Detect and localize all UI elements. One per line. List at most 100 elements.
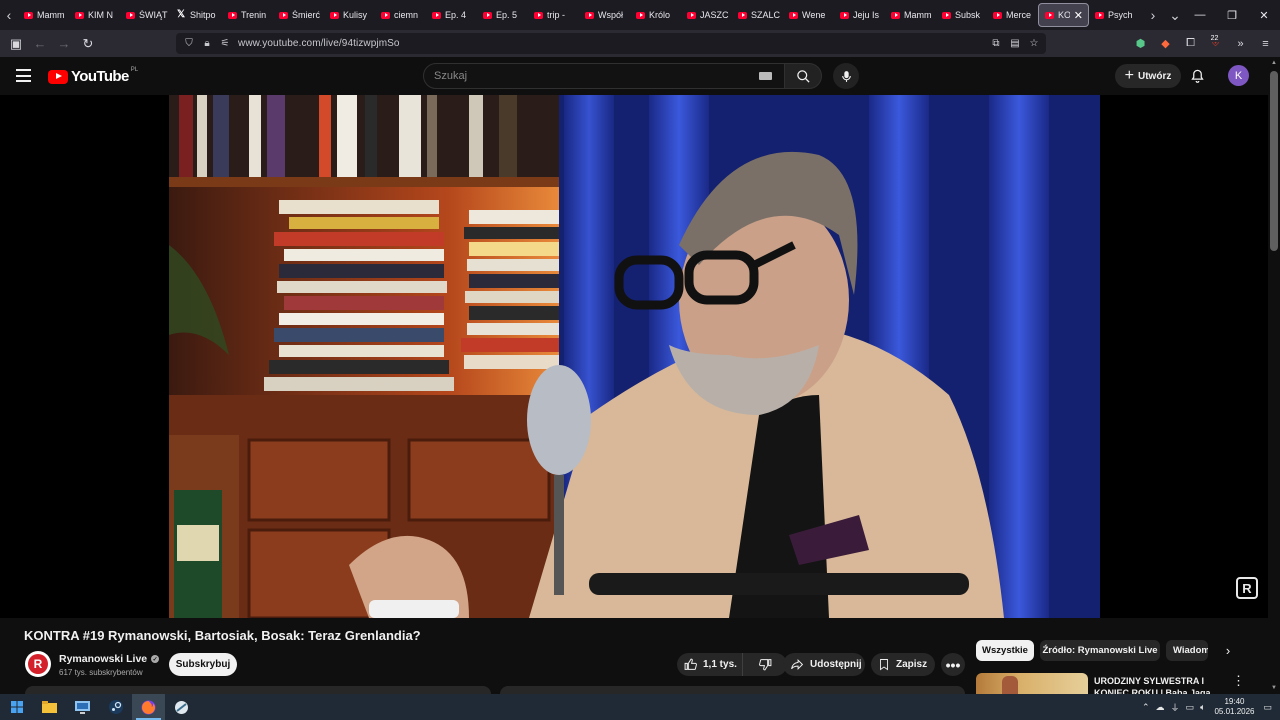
overflow-menu-icon[interactable]: » [1228, 38, 1253, 50]
volume-icon[interactable]: 🔈︎ [1200, 702, 1205, 713]
channel-name[interactable]: Rymanowski Live ✓ [59, 653, 160, 665]
youtube-favicon-icon [381, 11, 390, 19]
youtube-logo[interactable]: YouTube PL [48, 67, 138, 85]
browser-tab[interactable]: JASZC [681, 0, 732, 30]
save-button[interactable]: Zapisz [871, 653, 935, 676]
browser-tab-active[interactable]: KO ✕ [1038, 3, 1089, 27]
video-player-area[interactable]: R [0, 95, 1268, 618]
lock-icon[interactable]: 🔒︎ [198, 38, 216, 49]
share-icon [791, 658, 804, 671]
picture-in-picture-icon[interactable]: ⧉ [988, 38, 1004, 49]
reload-icon[interactable]: ↻ [76, 30, 100, 57]
recommended-more-icon[interactable]: ⋮ [1232, 673, 1245, 689]
recommended-video-title[interactable]: URODZINY SYLWESTRA I KONIEC ROKU | Baba … [1094, 675, 1214, 694]
bookmark-star-icon[interactable]: ☆ [1026, 38, 1042, 49]
tabs-scroll-right-icon[interactable]: › [1144, 0, 1162, 30]
browser-tab[interactable]: Współ [579, 0, 630, 30]
chips-next-icon[interactable]: › [1220, 640, 1236, 661]
browser-tab[interactable]: Śmierć [273, 0, 324, 30]
window-controls: — ❐ ✕ [1184, 0, 1280, 30]
recommended-video-thumbnail[interactable] [976, 673, 1088, 694]
reader-view-icon[interactable]: ▤ [1007, 38, 1023, 49]
browser-tab[interactable]: Psych [1089, 0, 1140, 30]
address-bar[interactable]: ⛉ 🔒︎ ⚟ www.youtube.com/live/94tizwpjmSo … [176, 33, 1046, 54]
video-frame[interactable] [169, 95, 1100, 618]
account-avatar[interactable]: K [1228, 65, 1249, 86]
browser-tab[interactable]: Ep. 4 [426, 0, 477, 30]
keyboard-icon[interactable] [759, 72, 772, 80]
network-icon[interactable]: ▭ [1186, 702, 1195, 713]
firefox-taskbar-icon[interactable] [132, 694, 165, 720]
fox-extension-icon[interactable]: ◆ [1153, 37, 1178, 50]
tracking-shield-icon[interactable]: ⛉ [180, 38, 198, 49]
search-button[interactable] [784, 63, 822, 89]
subscribe-button[interactable]: Subskrybuj [169, 653, 237, 676]
taskbar-clock[interactable]: 19:40 05.01.2026 [1211, 697, 1257, 717]
browser-tab[interactable]: ciemn [375, 0, 426, 30]
file-explorer-icon[interactable] [33, 694, 66, 720]
minimize-icon[interactable]: — [1184, 0, 1216, 30]
description-box[interactable] [25, 686, 491, 694]
steam-icon[interactable] [99, 694, 132, 720]
channel-avatar[interactable]: R [25, 651, 51, 677]
share-button[interactable]: Udostępnij [783, 653, 865, 676]
restore-icon[interactable]: ❐ [1216, 0, 1248, 30]
browser-tab[interactable]: trip - [528, 0, 579, 30]
create-button[interactable]: + Utwórz [1115, 64, 1181, 88]
back-icon[interactable]: ← [28, 30, 52, 57]
close-window-icon[interactable]: ✕ [1248, 0, 1280, 30]
browser-tab[interactable]: Jeju Is [834, 0, 885, 30]
shield-extension-icon[interactable]: ⬢ [1128, 37, 1153, 50]
browser-tab[interactable]: Mamm [885, 0, 936, 30]
ublock-extension-icon[interactable]: ⛨ 22 [1202, 35, 1228, 50]
channel-watermark-icon[interactable]: R [1236, 577, 1258, 599]
close-tab-icon[interactable]: ✕ [1074, 9, 1083, 22]
scrollbar-thumb[interactable] [1270, 71, 1278, 251]
extensions-puzzle-icon[interactable]: ⧠ [1178, 37, 1203, 50]
app-menu-icon[interactable]: ≡ [1253, 38, 1278, 50]
chip-all[interactable]: Wszystkie [976, 640, 1034, 661]
forward-icon[interactable]: → [52, 30, 76, 57]
youtube-favicon-icon [585, 11, 594, 19]
usb-icon[interactable]: ⏚ [1171, 701, 1180, 714]
browser-tab[interactable]: Królo [630, 0, 681, 30]
browser-tab[interactable]: KIM N [69, 0, 120, 30]
notifications-center-icon[interactable]: ▭ [1263, 702, 1272, 713]
browser-tab[interactable]: SZALC [732, 0, 783, 30]
browser-tab[interactable]: 𝕏 Shitpo [171, 0, 222, 30]
tab-list-menu-icon[interactable]: ⌄ [1166, 0, 1184, 30]
chip-news[interactable]: Wiadom [1166, 640, 1208, 661]
browser-tab[interactable]: Trenin [222, 0, 273, 30]
like-button[interactable]: 1,1 tys. [677, 653, 743, 676]
youtube-favicon-icon [636, 11, 645, 19]
url-text[interactable]: www.youtube.com/live/94tizwpjmSo [238, 38, 400, 49]
search-input[interactable] [424, 70, 744, 82]
browser-tab[interactable]: Merce [987, 0, 1038, 30]
voice-search-button[interactable] [833, 63, 859, 89]
start-button[interactable] [0, 694, 33, 720]
scroll-up-icon[interactable]: ▲ [1271, 60, 1277, 66]
app-taskbar-icon[interactable] [165, 694, 198, 720]
browser-tab[interactable]: Wene [783, 0, 834, 30]
browser-tab[interactable]: ŚWIĄT [120, 0, 171, 30]
dislike-button[interactable] [743, 658, 787, 671]
browser-tab[interactable]: Ep. 5 [477, 0, 528, 30]
scroll-down-icon[interactable]: ▼ [1271, 685, 1277, 691]
tabs-scroll-left-icon[interactable]: ‹ [0, 0, 18, 30]
cloud-icon[interactable]: ☁ [1156, 702, 1165, 713]
page-scrollbar[interactable]: ▲ ▼ [1268, 57, 1280, 694]
guide-menu-icon[interactable] [16, 69, 31, 82]
browser-tab-label: Wene [802, 10, 826, 20]
verified-check-icon: ✓ [151, 655, 160, 663]
notifications-button[interactable] [1190, 68, 1205, 89]
chip-source-channel[interactable]: Źródło: Rymanowski Live [1040, 640, 1160, 661]
tray-expand-icon[interactable]: ⌃ [1142, 702, 1150, 713]
x-logo-icon: 𝕏 [177, 9, 186, 20]
sidebar-toggle-icon[interactable]: ▣ [4, 30, 28, 57]
remote-desktop-icon[interactable] [66, 694, 99, 720]
more-actions-icon[interactable]: ••• [941, 653, 965, 676]
site-permissions-icon[interactable]: ⚟ [216, 38, 234, 49]
browser-tab[interactable]: Mamm [18, 0, 69, 30]
browser-tab[interactable]: Kulisy [324, 0, 375, 30]
browser-tab[interactable]: Subsk [936, 0, 987, 30]
